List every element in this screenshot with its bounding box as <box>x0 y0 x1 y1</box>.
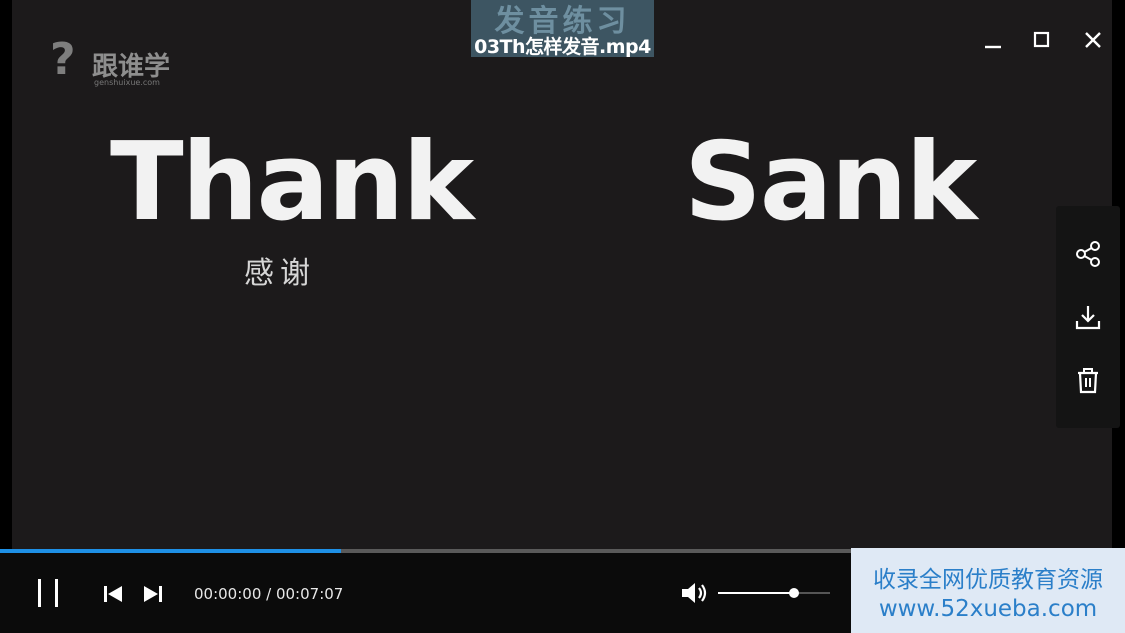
skip-previous-icon <box>104 586 122 602</box>
time-readout: 00:00:00 / 00:07:07 <box>194 585 343 603</box>
previous-button[interactable] <box>98 579 128 609</box>
video-word-right: Sank <box>684 120 977 245</box>
side-action-panel <box>1056 206 1120 428</box>
video-subtitle: 感谢 <box>244 256 316 291</box>
logo-url: genshuixue.com <box>94 78 160 87</box>
video-word-left: Thank <box>110 120 474 245</box>
minimize-button[interactable] <box>975 22 1011 58</box>
title-bar: 发音练习 03Th怎样发音.mp4 <box>0 0 1125 60</box>
trash-icon <box>1078 368 1098 394</box>
download-button[interactable] <box>1070 300 1106 336</box>
total-time: 00:07:07 <box>275 585 344 603</box>
close-button[interactable] <box>1075 22 1111 58</box>
maximize-icon <box>1033 31 1050 48</box>
watermark-url: www.52xueba.com <box>878 596 1098 622</box>
maximize-button[interactable] <box>1024 22 1060 58</box>
skip-next-icon <box>144 586 162 602</box>
pause-button[interactable] <box>30 575 66 611</box>
download-icon <box>1075 306 1101 330</box>
video-player: ? 跟谁学 genshuixue.com Thank Sank 感谢 发音练习 … <box>0 0 1125 633</box>
share-button[interactable] <box>1070 236 1106 272</box>
pause-icon <box>38 579 58 607</box>
watermark-banner: 收录全网优质教育资源 www.52xueba.com <box>851 548 1125 633</box>
next-button[interactable] <box>138 579 168 609</box>
time-separator: / <box>261 585 276 603</box>
video-frame[interactable]: ? 跟谁学 genshuixue.com Thank Sank 感谢 <box>12 0 1112 550</box>
control-bar: 00:00:00 / 00:07:07 <box>0 553 852 633</box>
volume-handle[interactable] <box>789 588 800 598</box>
close-icon <box>1085 32 1101 48</box>
minimize-icon <box>985 45 1001 49</box>
window-title: 03Th怎样发音.mp4 <box>474 36 651 58</box>
volume-icon <box>682 583 707 603</box>
current-time: 00:00:00 <box>194 585 262 603</box>
delete-button[interactable] <box>1070 363 1106 399</box>
watermark-slogan: 收录全网优质教育资源 <box>873 567 1103 593</box>
volume-button[interactable] <box>678 577 710 609</box>
volume-slider[interactable] <box>718 585 830 601</box>
volume-level <box>718 592 795 594</box>
share-icon <box>1076 241 1100 267</box>
